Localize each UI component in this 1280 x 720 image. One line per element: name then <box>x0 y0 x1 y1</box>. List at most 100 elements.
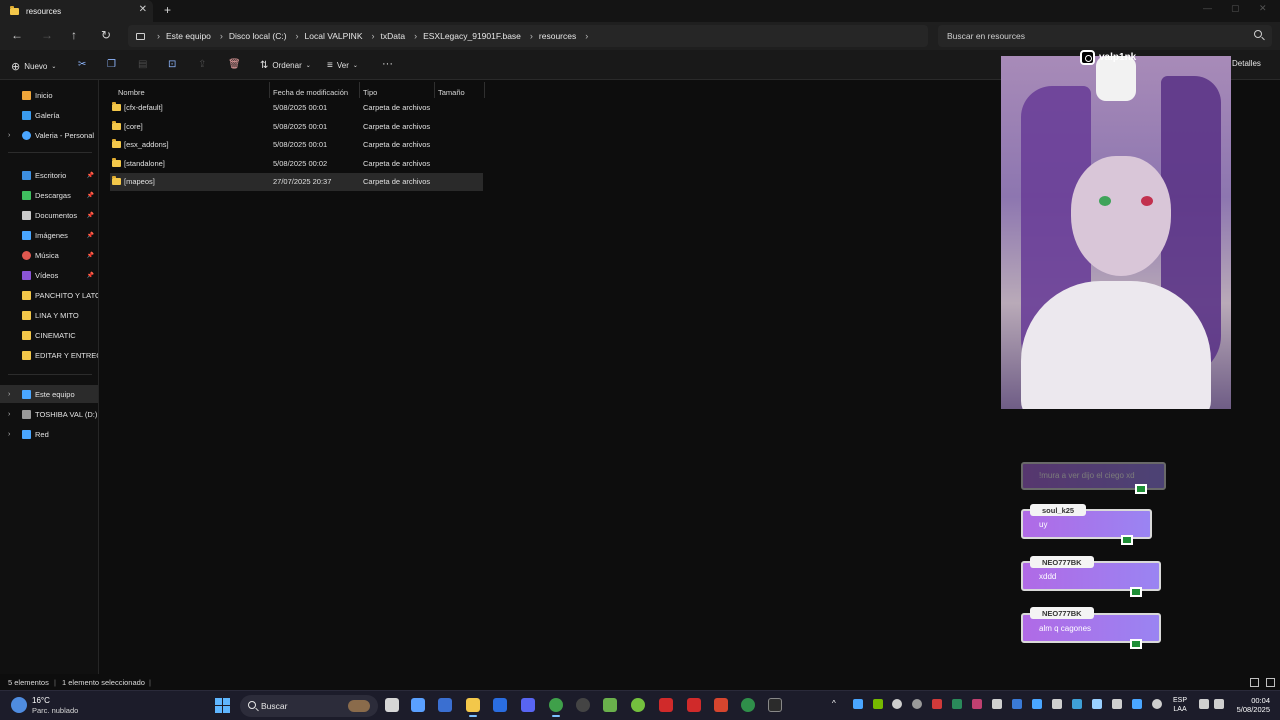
column-header-type[interactable]: Tipo <box>363 84 377 100</box>
table-row[interactable]: [standalone] 5/08/2025 00:02 Carpeta de … <box>110 155 483 173</box>
rename-icon[interactable]: ⊡ <box>168 59 176 70</box>
paste-icon[interactable]: ▤ <box>138 59 147 70</box>
cut-icon[interactable]: ✂ <box>78 59 86 70</box>
search-input[interactable]: Buscar en resources <box>938 25 1272 47</box>
chevron-right-icon[interactable]: › <box>8 431 10 438</box>
network-icon[interactable] <box>1199 699 1209 709</box>
tray-icon[interactable] <box>1072 699 1082 709</box>
window-close-icon[interactable]: ✕ <box>1259 3 1267 14</box>
chevron-right-icon[interactable]: › <box>414 31 417 41</box>
obs-icon[interactable] <box>576 698 590 712</box>
app-icon[interactable] <box>603 698 617 712</box>
column-divider[interactable] <box>269 82 270 98</box>
column-divider[interactable] <box>434 82 435 98</box>
sidebar-item-gallery[interactable]: Galería <box>0 106 98 124</box>
breadcrumb[interactable]: › Este equipo › Disco local (C:) › Local… <box>128 25 928 47</box>
column-divider[interactable] <box>359 82 360 98</box>
sidebar-item-drive[interactable]: › TOSHIBA VAL (D:) <box>0 405 98 423</box>
app-icon[interactable] <box>687 698 701 712</box>
sort-button[interactable]: ⇅ Ordenar ⌄ <box>260 60 311 71</box>
chevron-right-icon[interactable]: › <box>8 391 10 398</box>
table-row-selected[interactable]: [mapeos] 27/07/2025 20:37 Carpeta de arc… <box>110 173 483 191</box>
chrome-icon[interactable] <box>549 698 563 717</box>
delete-icon[interactable]: 🗑 <box>228 59 241 70</box>
app-icon[interactable] <box>631 698 645 712</box>
sidebar-item-folder[interactable]: PANCHITO Y LATO <box>0 286 98 304</box>
chevron-right-icon[interactable]: › <box>8 132 10 139</box>
breadcrumb-item[interactable]: Local VALPINK <box>305 31 363 41</box>
vegas-icon[interactable] <box>493 698 507 712</box>
new-tab-button[interactable]: + <box>164 3 171 17</box>
pin-icon[interactable]: 📌 <box>87 252 94 259</box>
chevron-right-icon[interactable]: › <box>157 31 160 41</box>
details-button[interactable]: Detalles <box>1232 59 1261 68</box>
column-divider[interactable] <box>484 82 485 98</box>
sidebar-item-this-pc[interactable]: › Este equipo <box>0 385 98 403</box>
windows-start-icon[interactable] <box>215 698 230 713</box>
sidebar-item-home[interactable]: Inicio <box>0 86 98 104</box>
details-view-icon[interactable] <box>1250 678 1259 687</box>
tray-icon[interactable] <box>932 699 942 709</box>
sidebar-item-folder[interactable]: LINA Y MITO <box>0 306 98 324</box>
chevron-right-icon[interactable]: › <box>372 31 375 41</box>
discord-icon[interactable] <box>521 698 535 712</box>
battery-icon[interactable] <box>1112 699 1122 709</box>
pin-icon[interactable]: 📌 <box>87 272 94 279</box>
tray-overflow-icon[interactable]: ^ <box>832 699 842 709</box>
sidebar-item-onedrive[interactable]: › Valeria - Personal <box>0 126 98 144</box>
app-icon[interactable] <box>741 698 755 712</box>
tray-icon[interactable] <box>892 699 902 709</box>
sidebar-item-videos[interactable]: Vídeos 📌 <box>0 266 98 284</box>
table-row[interactable]: [cfx-default] 5/08/2025 00:01 Carpeta de… <box>110 99 483 117</box>
column-header-name[interactable]: Nombre <box>118 84 145 100</box>
table-row[interactable]: [esx_addons] 5/08/2025 00:01 Carpeta de … <box>110 136 483 154</box>
close-tab-icon[interactable]: ✕ <box>139 4 147 15</box>
chevron-right-icon[interactable]: › <box>220 31 223 41</box>
terminal-icon[interactable] <box>768 698 782 712</box>
tray-icon[interactable] <box>1092 699 1102 709</box>
sidebar-item-music[interactable]: Música 📌 <box>0 246 98 264</box>
tray-icon[interactable] <box>1052 699 1062 709</box>
pin-icon[interactable]: 📌 <box>87 192 94 199</box>
app-icon[interactable] <box>714 698 728 712</box>
sidebar-item-folder[interactable]: EDITAR Y ENTREGA <box>0 346 98 364</box>
tiles-view-icon[interactable] <box>1266 678 1275 687</box>
tray-icon[interactable] <box>873 699 883 709</box>
more-options-button[interactable]: ··· <box>382 58 393 70</box>
copy-icon[interactable]: ❐ <box>107 59 116 70</box>
minimize-icon[interactable]: — <box>1203 3 1212 13</box>
pin-icon[interactable]: 📌 <box>87 232 94 239</box>
tray-icon[interactable] <box>853 699 863 709</box>
sidebar-item-network[interactable]: › Red <box>0 425 98 443</box>
new-button[interactable]: ⊕ Nuevo ⌄ <box>11 60 56 73</box>
task-view-icon[interactable] <box>385 698 399 712</box>
up-button[interactable]: ↑ <box>71 28 77 42</box>
column-header-size[interactable]: Tamaño <box>438 84 465 100</box>
refresh-button[interactable]: ↻ <box>101 28 111 42</box>
sidebar-item-pictures[interactable]: Imágenes 📌 <box>0 226 98 244</box>
tray-icon[interactable] <box>952 699 962 709</box>
sidebar-item-downloads[interactable]: Descargas 📌 <box>0 186 98 204</box>
pin-icon[interactable]: 📌 <box>87 212 94 219</box>
app-icon[interactable] <box>438 698 452 712</box>
chevron-right-icon[interactable]: › <box>530 31 533 41</box>
tray-icon[interactable] <box>992 699 1002 709</box>
breadcrumb-item[interactable]: resources <box>539 31 576 41</box>
tab-resources[interactable]: resources ✕ <box>0 0 153 22</box>
copilot-icon[interactable] <box>411 698 425 712</box>
sidebar-item-folder[interactable]: CINEMATIC <box>0 326 98 344</box>
volume-icon[interactable] <box>1214 699 1224 709</box>
forward-button[interactable]: → <box>41 28 53 42</box>
breadcrumb-item[interactable]: ESXLegacy_91901F.base <box>423 31 521 41</box>
chevron-right-icon[interactable]: › <box>585 31 588 41</box>
share-icon[interactable]: ⇪ <box>198 59 206 70</box>
tray-icon[interactable] <box>912 699 922 709</box>
sidebar-item-documents[interactable]: Documentos 📌 <box>0 206 98 224</box>
tray-icon[interactable] <box>972 699 982 709</box>
breadcrumb-item[interactable]: Este equipo <box>166 31 211 41</box>
file-explorer-icon[interactable] <box>466 698 480 717</box>
tray-icon[interactable] <box>1012 699 1022 709</box>
app-icon[interactable] <box>659 698 673 712</box>
breadcrumb-item[interactable]: txData <box>381 31 406 41</box>
column-header-date[interactable]: Fecha de modificación <box>273 84 348 100</box>
